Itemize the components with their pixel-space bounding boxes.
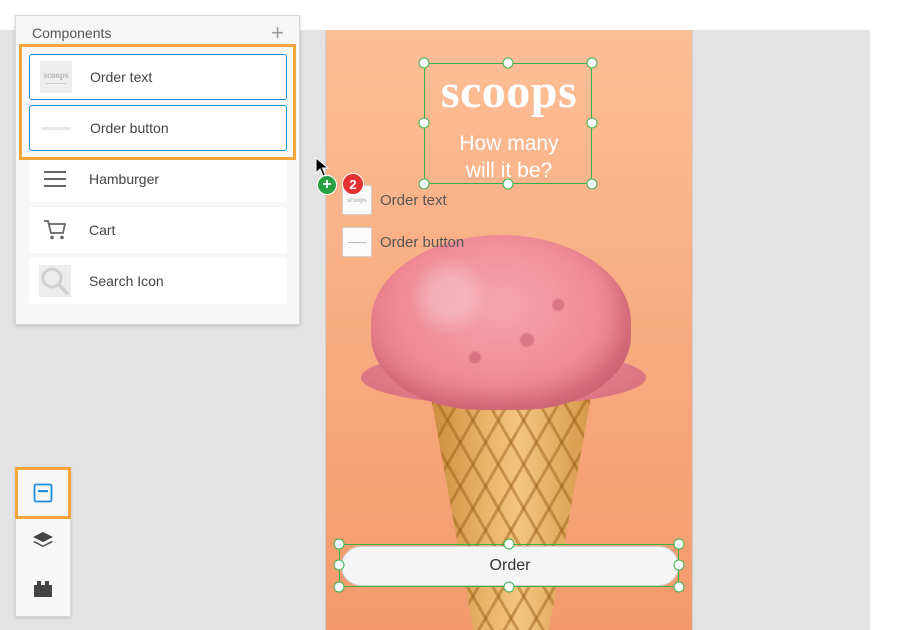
component-item-hamburger[interactable]: Hamburger <box>29 156 287 202</box>
layers-tool-button[interactable] <box>16 518 70 564</box>
plugins-icon <box>34 581 52 597</box>
component-item-search-icon[interactable]: Search Icon <box>29 258 287 304</box>
resize-handle[interactable] <box>333 559 345 571</box>
panel-title: Components <box>32 25 112 41</box>
resize-handle[interactable] <box>586 117 598 129</box>
resize-handle[interactable] <box>333 581 345 593</box>
component-item-cart[interactable]: Cart <box>29 207 287 253</box>
plugins-tool-button[interactable] <box>16 566 70 612</box>
search-icon <box>39 265 71 297</box>
resize-handle[interactable] <box>503 538 515 550</box>
resize-handle[interactable] <box>673 538 685 550</box>
resize-handle[interactable] <box>333 538 345 550</box>
drag-count-badge: 2 <box>342 173 364 195</box>
resize-handle[interactable] <box>418 117 430 129</box>
ice-cream-scoop-image <box>371 235 631 410</box>
title-selection-box[interactable] <box>424 63 592 184</box>
component-label: Hamburger <box>89 171 160 187</box>
resize-handle[interactable] <box>673 559 685 571</box>
resize-handle[interactable] <box>502 57 514 69</box>
resize-handle[interactable] <box>503 581 515 593</box>
order-button-thumbnail <box>342 227 372 257</box>
active-tool-highlight <box>15 467 71 519</box>
resize-handle[interactable] <box>418 57 430 69</box>
mouse-cursor-icon <box>315 157 329 177</box>
plus-icon[interactable]: + <box>271 22 284 44</box>
resize-handle[interactable] <box>502 178 514 190</box>
drag-preview-item: Order button <box>342 227 464 257</box>
drag-preview-label: Order button <box>380 233 465 251</box>
add-copy-icon: + <box>317 175 337 195</box>
component-label: Cart <box>89 222 116 238</box>
layers-icon <box>33 532 53 547</box>
selected-components-highlight <box>19 44 296 160</box>
component-label: Search Icon <box>89 273 164 289</box>
resize-handle[interactable] <box>673 581 685 593</box>
cart-icon <box>39 214 71 246</box>
drag-preview-label: Order text <box>380 191 447 209</box>
resize-handle[interactable] <box>586 178 598 190</box>
hamburger-icon <box>39 163 71 195</box>
resize-handle[interactable] <box>586 57 598 69</box>
